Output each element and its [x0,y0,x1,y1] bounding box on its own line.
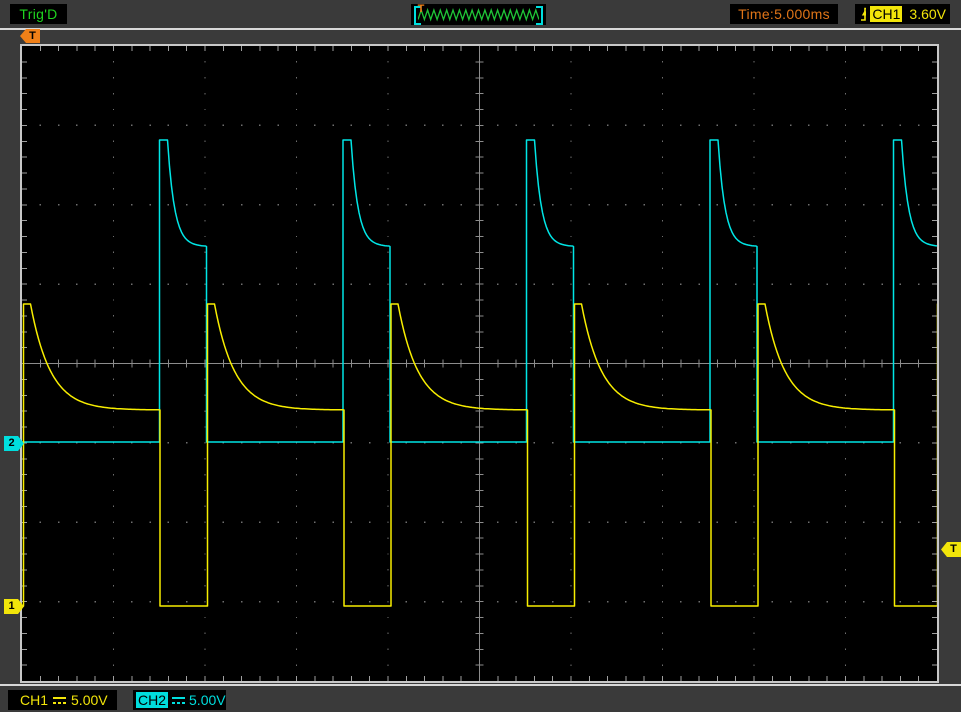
preview-waveform [418,4,539,25]
trigger-level-marker[interactable]: T [941,542,961,557]
oscilloscope-app: Trig'D T Time:5.000ms CH1 3.60V T 2 1 T … [0,0,961,712]
preview-right-bracket-icon [536,6,543,25]
scope-screen [20,44,939,683]
timebase-readout[interactable]: Time:5.000ms [730,4,838,24]
dc-coupling-icon [172,695,185,705]
trigger-status-badge: Trig'D [10,4,67,24]
ch1-settings[interactable]: CH1 5.00V [8,690,117,710]
trigger-position-marker[interactable]: T [20,29,40,43]
ch2-settings[interactable]: CH2 5.00V [133,690,226,710]
ch1-label: CH1 [20,692,48,708]
trigger-level-value: 3.60V [909,6,946,22]
ch2-label: CH2 [136,692,168,708]
trigger-source-chip: CH1 [870,6,902,22]
dc-coupling-icon [53,695,66,705]
trigger-settings-readout[interactable]: CH1 3.60V [855,4,950,24]
preview-trigger-position-icon: T [416,4,426,14]
status-bar: Trig'D T Time:5.000ms CH1 3.60V [0,0,961,30]
horizontal-position-preview[interactable]: T [411,4,546,25]
channel-bar: CH1 5.00V CH2 5.00V [0,684,961,712]
rising-edge-trigger-icon [859,5,866,23]
waveform-plot [22,46,937,681]
ch1-volts-div: 5.00V [71,692,108,708]
ch2-volts-div: 5.00V [189,692,226,708]
